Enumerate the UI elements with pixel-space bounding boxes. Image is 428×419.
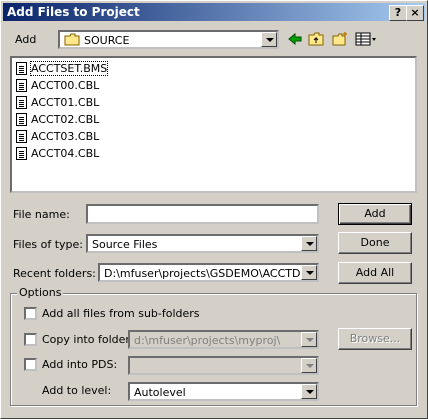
add-to-level-label: Add to level: [42,384,112,397]
lookin-label: Add [15,33,37,46]
back-arrow-icon[interactable] [286,31,304,47]
filetype-label: Files of type: [13,238,84,251]
add-into-pds-label: Add into PDS: [42,358,118,371]
add-to-level-value: Autolevel [134,386,186,399]
add-into-pds-checkbox[interactable] [24,358,37,371]
filename-label: File name: [13,208,70,221]
file-name: ACCT01.CBL [31,96,100,109]
copy-into-folder-label: Copy into folder: [42,333,134,346]
help-button[interactable]: ? [389,5,407,21]
add-to-level-dropdown-button[interactable] [301,384,317,399]
lookin-combo[interactable]: SOURCE [58,30,279,49]
cbl-file-icon [16,113,27,126]
view-menu-icon[interactable] [354,31,378,47]
cbl-file-icon [16,96,27,109]
lookin-dropdown-button[interactable] [261,32,277,47]
options-group-label: Options [17,286,64,299]
copy-into-folder-dropdown-button[interactable] [301,332,317,347]
file-name: ACCT03.CBL [31,130,100,143]
cbl-file-icon [16,130,27,143]
cbl-file-icon [16,147,27,160]
cbl-file-icon [16,79,27,92]
filetype-value: Source Files [92,238,158,251]
add-button[interactable]: Add [338,203,412,225]
bms-file-icon [16,62,27,75]
recent-folders-label: Recent folders: [13,267,96,280]
window-title: Add Files to Project [7,5,140,19]
recent-folders-dropdown-button[interactable] [301,265,317,280]
add-all-button[interactable]: Add All [338,262,412,284]
new-folder-icon[interactable] [331,31,349,47]
add-into-pds-dropdown-button[interactable] [301,358,317,373]
filetype-dropdown-button[interactable] [301,236,317,251]
recent-folders-value: D:\mfuser\projects\GSDEMO\ACCTDEM [104,267,300,280]
file-name: ACCT04.CBL [31,147,100,160]
lookin-value: SOURCE [84,34,130,47]
subfolders-label: Add all files from sub-folders [42,307,200,320]
copy-into-folder-value: d:\mfuser\projects\myproj\ [134,334,281,347]
filename-input[interactable] [86,204,319,224]
file-name: ACCT00.CBL [31,79,100,92]
file-name: ACCT02.CBL [31,113,100,126]
file-name: ACCTSET.BMS [29,61,109,76]
filetype-combo[interactable]: Source Files [86,234,319,253]
add-to-level-combo[interactable]: Autolevel [128,382,319,401]
file-list[interactable]: ACCTSET.BMS ACCT00.CBL ACCT01.CBL ACCT02… [10,56,417,193]
done-button[interactable]: Done [338,232,412,254]
copy-into-folder-combo[interactable]: d:\mfuser\projects\myproj\ [128,330,319,349]
title-bar[interactable]: Add Files to Project ? × [3,3,425,21]
close-button[interactable]: × [406,5,424,21]
folder-icon [64,33,80,46]
copy-into-folder-checkbox[interactable] [24,333,37,346]
browse-button[interactable]: Browse... [338,328,412,350]
up-folder-icon[interactable] [307,31,325,47]
subfolders-checkbox[interactable] [24,307,37,320]
recent-folders-combo[interactable]: D:\mfuser\projects\GSDEMO\ACCTDEM [98,263,319,282]
add-into-pds-combo[interactable] [128,356,319,375]
add-files-dialog: Add Files to Project ? × Add SOURCE ACCT… [0,0,428,419]
